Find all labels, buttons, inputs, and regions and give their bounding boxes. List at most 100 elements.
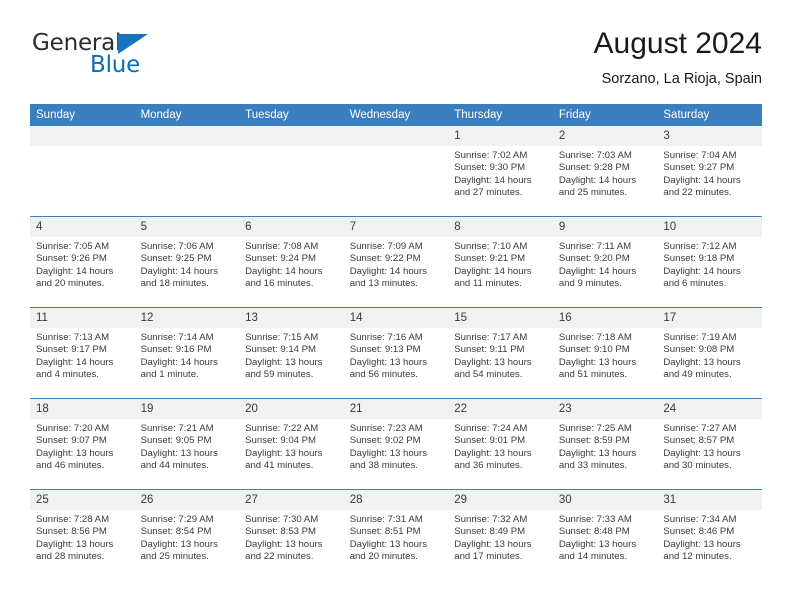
day-number: 5 xyxy=(134,217,240,237)
sunset-text: Sunset: 8:48 PM xyxy=(558,526,630,538)
day-details: Sunrise: 7:21 AM Sunset: 9:05 PM Daylight:… xyxy=(135,419,240,473)
daylight-text: Daylight: 13 hours and 28 minutes. xyxy=(36,538,114,563)
calendar-day-cell[interactable]: 5 Sunrise: 7:06 AM Sunset: 9:25 PM Daylight… xyxy=(134,216,240,308)
sunrise-text: Sunrise: 7:23 AM xyxy=(349,423,423,434)
title-block: August 2024 Sorzano, La Rioja, Spain xyxy=(594,26,762,90)
calendar-day-cell[interactable]: 18 Sunrise: 7:20 AM Sunset: 9:07 PM Dayligh… xyxy=(30,398,135,490)
sunrise-text: Sunrise: 7:09 AM xyxy=(349,241,423,252)
sunset-text: Sunset: 9:26 PM xyxy=(36,253,107,265)
calendar-day-cell[interactable]: 8 Sunrise: 7:10 AM Sunset: 9:21 PM Daylight… xyxy=(448,216,553,308)
sunset-text: Sunset: 9:07 PM xyxy=(36,435,107,447)
calendar-day-cell[interactable]: 30 Sunrise: 7:33 AM Sunset: 8:48 PM Dayligh… xyxy=(552,489,658,580)
calendar-week-row: 18 Sunrise: 7:20 AM Sunset: 9:07 PM Dayligh… xyxy=(30,398,762,490)
calendar-day-cell[interactable]: 28 Sunrise: 7:31 AM Sunset: 8:51 PM Dayligh… xyxy=(343,489,449,580)
daylight-text: Daylight: 13 hours and 20 minutes. xyxy=(349,538,428,563)
day-number: 27 xyxy=(239,490,344,510)
daylight-text: Daylight: 13 hours and 12 minutes. xyxy=(663,538,741,563)
day-number: 18 xyxy=(30,399,135,419)
calendar-day-cell[interactable]: 24 Sunrise: 7:27 AM Sunset: 8:57 PM Dayligh… xyxy=(657,398,762,490)
day-number: 23 xyxy=(552,399,658,419)
day-number: 4 xyxy=(30,217,135,237)
day-details: Sunrise: 7:31 AM Sunset: 8:51 PM Daylight:… xyxy=(344,510,449,564)
day-details: Sunrise: 7:11 AM Sunset: 9:20 PM Daylight:… xyxy=(553,237,658,291)
calendar-day-cell[interactable]: 31 Sunrise: 7:34 AM Sunset: 8:46 PM Dayligh… xyxy=(657,489,762,580)
sunrise-text: Sunrise: 7:25 AM xyxy=(558,423,632,434)
day-details: Sunrise: 7:14 AM Sunset: 9:16 PM Daylight:… xyxy=(135,328,240,382)
day-details: Sunrise: 7:02 AM Sunset: 9:30 PM Daylight:… xyxy=(448,146,553,200)
day-number: 19 xyxy=(134,399,240,419)
sunset-text: Sunset: 8:53 PM xyxy=(245,526,317,538)
calendar-day-cell[interactable]: 1 Sunrise: 7:02 AM Sunset: 9:30 PM Daylight… xyxy=(448,126,553,217)
sunrise-text: Sunrise: 7:34 AM xyxy=(663,514,737,525)
calendar-day-cell[interactable]: 2 Sunrise: 7:03 AM Sunset: 9:28 PM Daylight… xyxy=(552,126,658,217)
day-number: 6 xyxy=(239,217,344,237)
calendar-day-cell[interactable]: 27 Sunrise: 7:30 AM Sunset: 8:53 PM Dayligh… xyxy=(239,489,344,580)
sunset-text: Sunset: 8:51 PM xyxy=(349,526,421,538)
sunrise-text: Sunrise: 7:15 AM xyxy=(245,332,319,343)
daylight-text: Daylight: 14 hours and 6 minutes. xyxy=(663,265,741,290)
blue-triangle-flag-icon xyxy=(118,34,148,54)
day-number: 21 xyxy=(343,399,449,419)
daylight-text: Daylight: 13 hours and 30 minutes. xyxy=(663,447,741,472)
calendar-day-cell[interactable]: 23 Sunrise: 7:25 AM Sunset: 8:59 PM Dayligh… xyxy=(552,398,658,490)
calendar-day-cell[interactable]: 26 Sunrise: 7:29 AM Sunset: 8:54 PM Dayligh… xyxy=(134,489,240,580)
day-details: Sunrise: 7:22 AM Sunset: 9:04 PM Daylight:… xyxy=(239,419,344,473)
sunrise-text: Sunrise: 7:20 AM xyxy=(36,423,110,434)
day-number: 30 xyxy=(552,490,658,510)
daylight-text: Daylight: 13 hours and 38 minutes. xyxy=(349,447,428,472)
daylight-text: Daylight: 13 hours and 17 minutes. xyxy=(454,538,532,563)
day-details: Sunrise: 7:04 AM Sunset: 9:27 PM Daylight:… xyxy=(657,146,762,200)
day-number: 3 xyxy=(657,126,762,146)
column-header-monday: Monday xyxy=(134,104,240,126)
sunset-text: Sunset: 8:46 PM xyxy=(663,526,735,538)
calendar-day-cell[interactable]: 21 Sunrise: 7:23 AM Sunset: 9:02 PM Dayligh… xyxy=(343,398,449,490)
sunrise-text: Sunrise: 7:11 AM xyxy=(558,241,632,252)
brand-logo[interactable]: General Blue xyxy=(30,30,230,86)
calendar-week-row: 11 Sunrise: 7:13 AM Sunset: 9:17 PM Dayligh… xyxy=(30,307,762,399)
sunrise-text: Sunrise: 7:13 AM xyxy=(36,332,110,343)
calendar-day-cell[interactable]: 14 Sunrise: 7:16 AM Sunset: 9:13 PM Dayligh… xyxy=(343,307,449,399)
calendar-day-cell[interactable]: 4 Sunrise: 7:05 AM Sunset: 9:26 PM Daylight… xyxy=(30,216,135,308)
sunrise-text: Sunrise: 7:18 AM xyxy=(558,332,632,343)
daylight-text: Daylight: 13 hours and 14 minutes. xyxy=(558,538,637,563)
sunrise-text: Sunrise: 7:32 AM xyxy=(454,514,528,525)
calendar-day-cell[interactable]: 16 Sunrise: 7:18 AM Sunset: 9:10 PM Dayligh… xyxy=(552,307,658,399)
daylight-text: Daylight: 13 hours and 51 minutes. xyxy=(558,356,637,381)
sunrise-text: Sunrise: 7:08 AM xyxy=(245,241,319,252)
day-number: 16 xyxy=(552,308,658,328)
daylight-text: Daylight: 14 hours and 11 minutes. xyxy=(454,265,532,290)
calendar-day-cell[interactable]: 10 Sunrise: 7:12 AM Sunset: 9:18 PM Dayligh… xyxy=(657,216,762,308)
calendar-day-cell[interactable]: 9 Sunrise: 7:11 AM Sunset: 9:20 PM Daylight… xyxy=(552,216,658,308)
calendar-day-cell[interactable]: 13 Sunrise: 7:15 AM Sunset: 9:14 PM Dayligh… xyxy=(239,307,344,399)
calendar-week-row: 1 Sunrise: 7:02 AM Sunset: 9:30 PM Daylight… xyxy=(30,126,762,217)
calendar-day-cell[interactable]: 29 Sunrise: 7:32 AM Sunset: 8:49 PM Dayligh… xyxy=(448,489,553,580)
calendar-day-cell[interactable]: 22 Sunrise: 7:24 AM Sunset: 9:01 PM Dayligh… xyxy=(448,398,553,490)
sunset-text: Sunset: 8:54 PM xyxy=(140,526,212,538)
day-number xyxy=(134,126,240,146)
daylight-text: Daylight: 13 hours and 25 minutes. xyxy=(140,538,218,563)
daylight-text: Daylight: 13 hours and 44 minutes. xyxy=(140,447,218,472)
daylight-text: Daylight: 14 hours and 18 minutes. xyxy=(140,265,218,290)
calendar-day-cell[interactable]: 20 Sunrise: 7:22 AM Sunset: 9:04 PM Dayligh… xyxy=(239,398,344,490)
calendar-day-cell[interactable]: 19 Sunrise: 7:21 AM Sunset: 9:05 PM Dayligh… xyxy=(134,398,240,490)
calendar-day-cell[interactable]: 6 Sunrise: 7:08 AM Sunset: 9:24 PM Daylight… xyxy=(239,216,344,308)
page-header: General Blue August 2024 Sorzano, La Rio… xyxy=(30,26,762,94)
day-number xyxy=(30,126,135,146)
sunset-text: Sunset: 9:21 PM xyxy=(454,253,526,265)
calendar-week-row: 4 Sunrise: 7:05 AM Sunset: 9:26 PM Daylight… xyxy=(30,216,762,308)
calendar-day-cell[interactable]: 11 Sunrise: 7:13 AM Sunset: 9:17 PM Dayligh… xyxy=(30,307,135,399)
day-details: Sunrise: 7:25 AM Sunset: 8:59 PM Daylight:… xyxy=(553,419,658,473)
calendar-day-cell[interactable]: 15 Sunrise: 7:17 AM Sunset: 9:11 PM Dayligh… xyxy=(448,307,553,399)
day-number: 14 xyxy=(343,308,449,328)
day-number: 28 xyxy=(343,490,449,510)
day-number xyxy=(343,126,449,146)
calendar-day-cell[interactable]: 25 Sunrise: 7:28 AM Sunset: 8:56 PM Dayligh… xyxy=(30,489,135,580)
day-details: Sunrise: 7:10 AM Sunset: 9:21 PM Daylight:… xyxy=(448,237,553,291)
day-details: Sunrise: 7:17 AM Sunset: 9:11 PM Daylight:… xyxy=(448,328,553,382)
sunrise-text: Sunrise: 7:22 AM xyxy=(245,423,319,434)
calendar-day-cell[interactable]: 3 Sunrise: 7:04 AM Sunset: 9:27 PM Daylight… xyxy=(657,126,762,217)
calendar-day-cell[interactable]: 12 Sunrise: 7:14 AM Sunset: 9:16 PM Dayligh… xyxy=(134,307,240,399)
calendar-day-cell[interactable]: 17 Sunrise: 7:19 AM Sunset: 9:08 PM Dayligh… xyxy=(657,307,762,399)
calendar-header-row: Sunday Monday Tuesday Wednesday Thursday… xyxy=(30,104,762,126)
calendar-day-cell[interactable]: 7 Sunrise: 7:09 AM Sunset: 9:22 PM Daylight… xyxy=(343,216,449,308)
